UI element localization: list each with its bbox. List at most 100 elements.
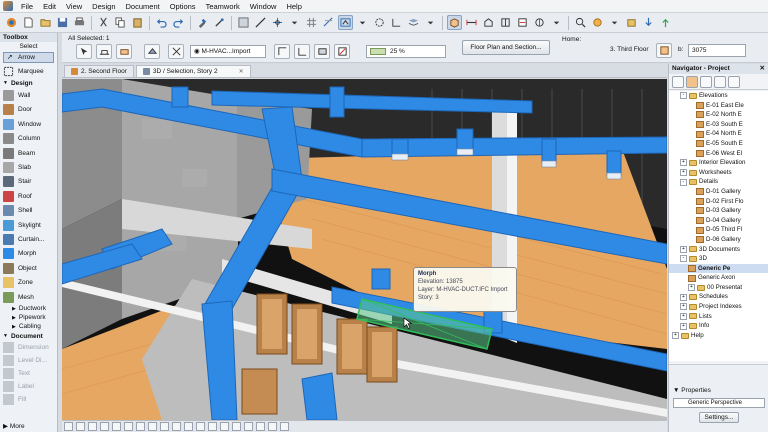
pipework-subgroup[interactable]: ▶ Pipework xyxy=(0,313,57,322)
tool-leveldi[interactable]: Level Di... xyxy=(0,354,57,367)
tool-label[interactable]: Label xyxy=(0,380,57,393)
print-icon[interactable] xyxy=(72,15,87,30)
explore-icon[interactable] xyxy=(136,422,145,431)
tool-column[interactable]: Column xyxy=(0,132,57,146)
tab-3d-selection[interactable]: 3D / Selection, Story 2 ✕ xyxy=(135,65,251,77)
tool-roof[interactable]: Roof xyxy=(0,189,57,203)
model-view-icon[interactable] xyxy=(232,422,241,431)
tool-stair[interactable]: Stair xyxy=(0,175,57,189)
document-group-header[interactable]: ▼ Document xyxy=(0,331,57,341)
zoom-out-icon[interactable] xyxy=(76,422,85,431)
dropdown-arrow-icon[interactable] xyxy=(287,15,302,30)
tree-item[interactable]: + Interior Elevation xyxy=(669,158,768,168)
menu-file[interactable]: File xyxy=(16,0,38,13)
tree-item[interactable]: D-04 Gallery xyxy=(669,216,768,226)
tool-beam[interactable]: Beam xyxy=(0,146,57,160)
expand-icon[interactable]: + xyxy=(680,303,687,311)
rotate-icon[interactable] xyxy=(172,422,181,431)
collapse-icon[interactable]: - xyxy=(680,178,687,186)
ductwork-subgroup[interactable]: ▶ Ductwork xyxy=(0,304,57,313)
archicad-logo-icon[interactable] xyxy=(4,15,19,30)
tree-item[interactable]: + Help xyxy=(669,331,768,341)
suspend-groups-icon[interactable] xyxy=(372,15,387,30)
zoom-field[interactable]: 25 % xyxy=(366,45,446,58)
geometry-method-icon[interactable] xyxy=(96,44,112,59)
tree-item[interactable]: + Project Indexes xyxy=(669,302,768,312)
tree-item[interactable]: + Schedules xyxy=(669,292,768,302)
layout-book-icon[interactable] xyxy=(700,76,712,88)
teamwork-send-icon[interactable] xyxy=(641,15,656,30)
solid-surface-icon[interactable] xyxy=(314,44,330,59)
tree-item[interactable]: E-01 East Ele xyxy=(669,101,768,111)
zoom-in-icon[interactable] xyxy=(64,422,73,431)
tree-item[interactable]: E-06 West El xyxy=(669,149,768,159)
grid-snap-icon[interactable] xyxy=(304,15,319,30)
open-folder-icon[interactable] xyxy=(38,15,53,30)
box-morph-icon[interactable] xyxy=(116,44,132,59)
pen-set-icon[interactable] xyxy=(220,422,229,431)
dimension-style-icon[interactable] xyxy=(244,422,253,431)
design-group-header[interactable]: ▼ Design xyxy=(0,78,57,88)
tree-item[interactable]: E-04 North E xyxy=(669,129,768,139)
guide-lines-icon[interactable] xyxy=(321,15,336,30)
tree-item[interactable]: D-05 Third Fl xyxy=(669,225,768,235)
dropdown-arrow-icon[interactable] xyxy=(607,15,622,30)
tool-object[interactable]: Object xyxy=(0,261,57,275)
fill-tool-icon[interactable] xyxy=(236,15,251,30)
collapse-icon[interactable]: - xyxy=(680,92,687,100)
inject-parameters-icon[interactable] xyxy=(212,15,227,30)
tool-door[interactable]: Door xyxy=(0,103,57,117)
organizer-icon[interactable] xyxy=(728,76,740,88)
tree-item[interactable]: D-02 First Flo xyxy=(669,197,768,207)
fit-in-window-icon[interactable] xyxy=(88,422,97,431)
layer-combination-icon[interactable] xyxy=(196,422,205,431)
menu-options[interactable]: Options xyxy=(165,0,201,13)
menu-edit[interactable]: Edit xyxy=(38,0,61,13)
floor-plan-and-section-button[interactable]: Floor Plan and Section... xyxy=(462,40,550,55)
dropdown-arrow-icon[interactable] xyxy=(549,15,564,30)
tool-slab[interactable]: Slab xyxy=(0,160,57,174)
menu-document[interactable]: Document xyxy=(121,0,165,13)
tool-mesh[interactable]: Mesh xyxy=(0,290,57,304)
tree-item[interactable]: + Info xyxy=(669,321,768,331)
tree-item[interactable]: D-01 Gallery xyxy=(669,187,768,197)
tree-item[interactable]: + Worksheets xyxy=(669,168,768,178)
expand-icon[interactable]: + xyxy=(680,159,687,167)
3d-style-icon[interactable] xyxy=(160,422,169,431)
previous-zoom-icon[interactable] xyxy=(100,422,109,431)
properties-header[interactable]: ▼ Properties xyxy=(669,385,768,396)
story-icon[interactable] xyxy=(656,43,672,58)
tool-text[interactable]: Text xyxy=(0,367,57,380)
tool-shell[interactable]: Shell xyxy=(0,204,57,218)
elevation-icon[interactable] xyxy=(481,15,496,30)
next-zoom-icon[interactable] xyxy=(112,422,121,431)
pan-icon[interactable] xyxy=(148,422,157,431)
edge-type-icon[interactable] xyxy=(274,44,290,59)
expand-icon[interactable]: + xyxy=(680,293,687,301)
section-icon[interactable] xyxy=(464,15,479,30)
menu-view[interactable]: View xyxy=(61,0,87,13)
tree-item[interactable]: - 3D xyxy=(669,254,768,264)
save-icon[interactable] xyxy=(55,15,70,30)
menu-teamwork[interactable]: Teamwork xyxy=(201,0,245,13)
cabling-subgroup[interactable]: ▶ Cabling xyxy=(0,322,57,331)
teamwork-receive-icon[interactable] xyxy=(658,15,673,30)
marquee-tool[interactable]: Marquee xyxy=(0,64,57,78)
tree-item[interactable]: E-03 South E xyxy=(669,120,768,130)
3d-viewport[interactable]: Morph Elevation: 13875 Layer: M-HVAC-DUC… xyxy=(62,79,667,420)
copy-icon[interactable] xyxy=(113,15,128,30)
worksheet-icon[interactable] xyxy=(515,15,530,30)
dropdown-arrow-icon[interactable] xyxy=(423,15,438,30)
structural-display-icon[interactable] xyxy=(268,422,277,431)
tool-skylight[interactable]: Skylight xyxy=(0,218,57,232)
expand-icon[interactable]: + xyxy=(688,284,695,292)
pick-up-parameters-icon[interactable] xyxy=(195,15,210,30)
tool-wall[interactable]: Wall xyxy=(0,88,57,102)
tree-item[interactable]: E-05 South E xyxy=(669,139,768,149)
expand-icon[interactable]: + xyxy=(680,312,687,320)
project-map-icon[interactable] xyxy=(672,76,684,88)
expand-icon[interactable]: + xyxy=(680,169,687,177)
publish-icon[interactable] xyxy=(624,15,639,30)
cut-icon[interactable] xyxy=(96,15,111,30)
paste-icon[interactable] xyxy=(130,15,145,30)
